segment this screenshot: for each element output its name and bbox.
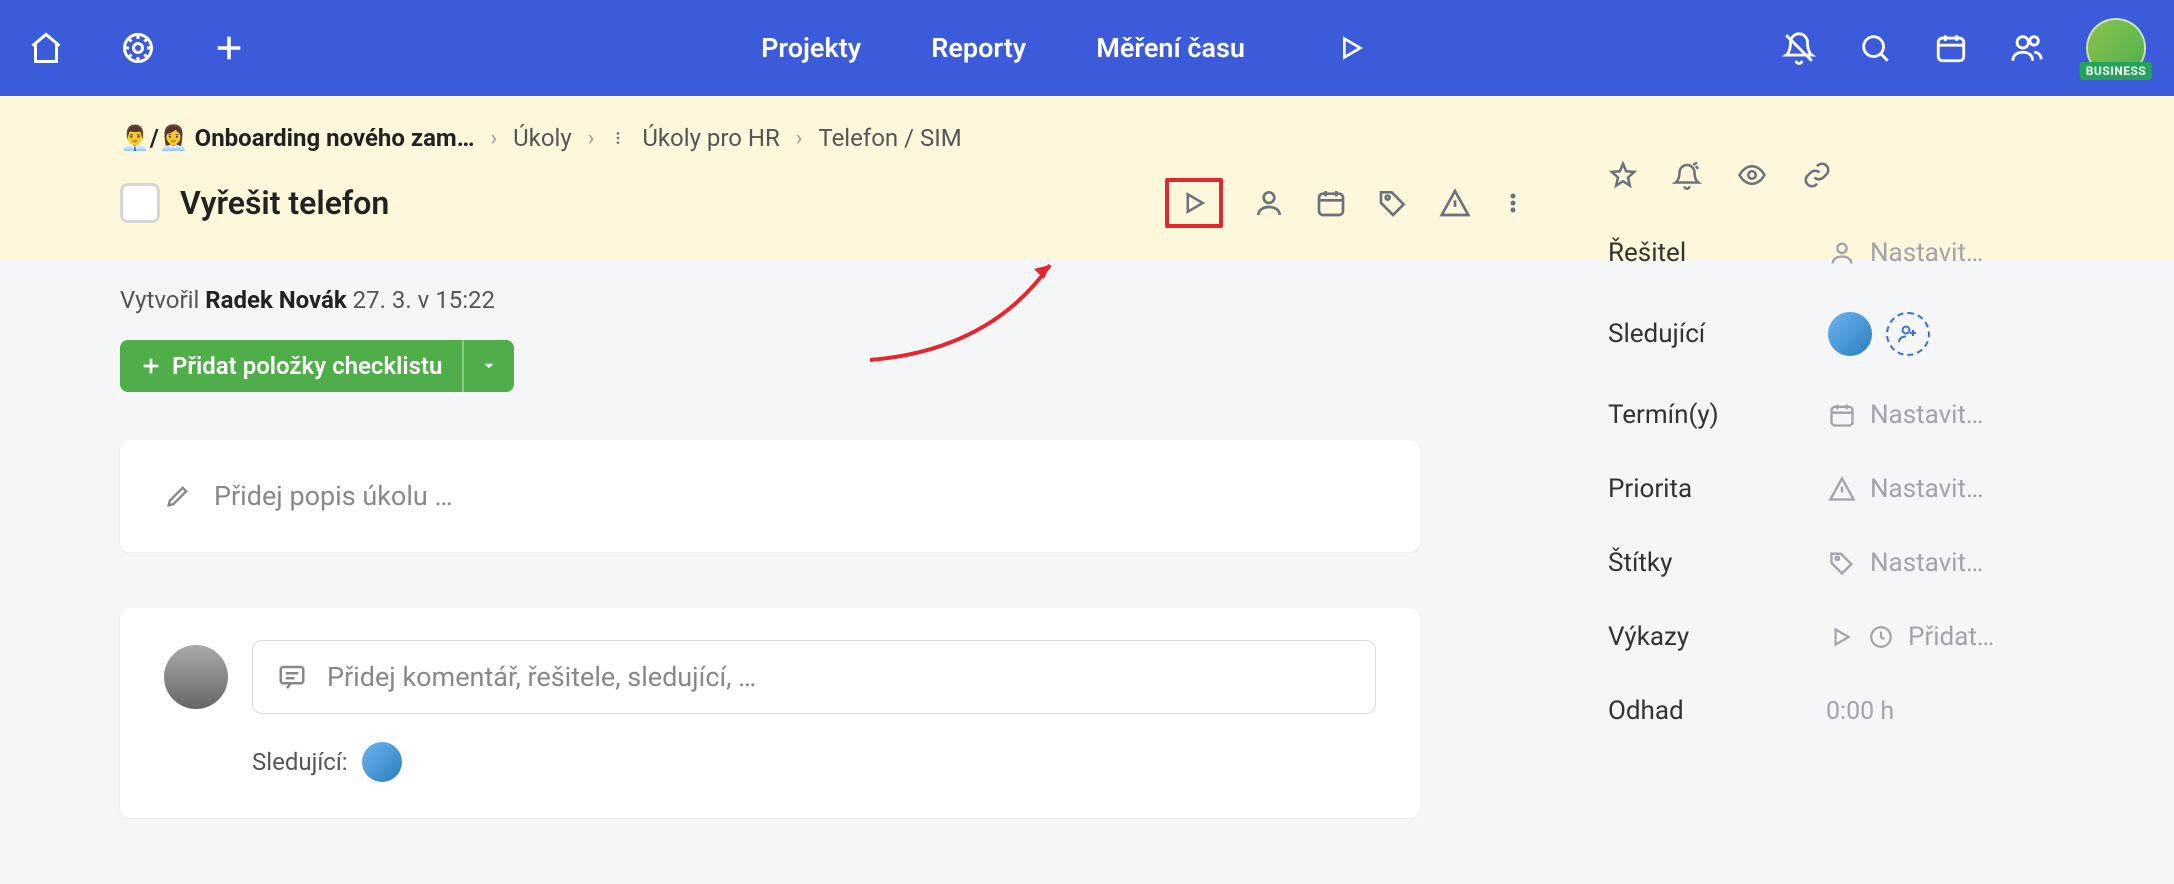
start-timer-button[interactable] xyxy=(1165,178,1223,228)
label-priority: Priorita xyxy=(1608,474,1828,504)
task-sidebar: Řešitel Nastavit… Sledující Termín(y) Na… xyxy=(1580,160,2060,770)
created-by-line: Vytvořil Radek Novák 27. 3. v 15:22 xyxy=(120,286,1420,314)
set-tags[interactable]: Nastavit… xyxy=(1828,548,1983,578)
breadcrumb-project[interactable]: 👨‍💼/👩‍💼 Onboarding nového zam… xyxy=(120,124,474,152)
set-priority[interactable]: Nastavit… xyxy=(1828,474,1983,504)
home-icon[interactable] xyxy=(28,30,64,66)
user-avatar[interactable]: BUSINESS xyxy=(2086,18,2146,78)
calendar-icon[interactable] xyxy=(1934,31,1968,65)
top-nav: Projekty Reporty Měření času BUSINESS xyxy=(0,0,2174,96)
plan-badge: BUSINESS xyxy=(2080,62,2152,80)
link-icon[interactable] xyxy=(1802,160,1832,190)
breadcrumb-phone[interactable]: Telefon / SIM xyxy=(818,124,961,152)
watch-icon[interactable] xyxy=(1736,160,1768,190)
task-title[interactable]: Vyřešit telefon xyxy=(180,184,389,222)
chevron-right-icon: › xyxy=(490,126,497,151)
breadcrumb-hr[interactable]: Úkoly pro HR xyxy=(642,124,779,152)
project-name: Onboarding nového zam… xyxy=(195,124,475,152)
add-follower-button[interactable] xyxy=(1886,312,1930,356)
chevron-right-icon: › xyxy=(796,126,803,151)
description-input[interactable]: Přidej popis úkolu … xyxy=(164,480,1376,512)
assignee-icon[interactable] xyxy=(1253,187,1285,219)
comment-input[interactable]: Přidej komentář, řešitele, sledující, … xyxy=(252,640,1376,714)
label-tags: Štítky xyxy=(1608,548,1828,578)
label-dates: Termín(y) xyxy=(1608,400,1828,430)
gear-icon[interactable] xyxy=(120,30,156,66)
nav-time-tracking[interactable]: Měření času xyxy=(1096,32,1245,64)
task-complete-checkbox[interactable] xyxy=(120,183,160,223)
follower-avatar[interactable] xyxy=(1828,312,1872,356)
follower-avatar[interactable] xyxy=(362,742,402,782)
nav-projects[interactable]: Projekty xyxy=(761,32,861,64)
reminder-icon[interactable] xyxy=(1672,160,1702,190)
label-timesheets: Výkazy xyxy=(1608,622,1828,652)
chevron-right-icon: › xyxy=(588,126,595,151)
tag-icon[interactable] xyxy=(1377,187,1409,219)
project-emoji: 👨‍💼/👩‍💼 xyxy=(120,124,189,152)
play-icon[interactable] xyxy=(1335,32,1367,64)
set-dates[interactable]: Nastavit… xyxy=(1828,400,1983,430)
current-user-avatar xyxy=(164,645,228,709)
estimate-value[interactable]: 0:00 h xyxy=(1826,697,1894,726)
followers-label: Sledující: xyxy=(252,748,348,776)
description-card: Přidej popis úkolu … xyxy=(120,440,1420,552)
checklist-caret[interactable] xyxy=(462,340,514,392)
breadcrumb-tasks[interactable]: Úkoly xyxy=(513,124,572,152)
label-followers: Sledující xyxy=(1608,319,1828,349)
nav-reports[interactable]: Reporty xyxy=(931,32,1026,64)
more-icon[interactable] xyxy=(1501,187,1525,219)
search-icon[interactable] xyxy=(1858,31,1892,65)
date-icon[interactable] xyxy=(1315,187,1347,219)
star-icon[interactable] xyxy=(1608,160,1638,190)
pencil-icon xyxy=(164,482,192,510)
more-vertical-icon[interactable] xyxy=(610,126,626,150)
notifications-off-icon[interactable] xyxy=(1782,31,1816,65)
label-assignee: Řešitel xyxy=(1608,238,1828,268)
add-checklist-button[interactable]: Přidat položky checklistu xyxy=(120,340,514,392)
comment-card: Přidej komentář, řešitele, sledující, … … xyxy=(120,608,1420,818)
plus-icon[interactable] xyxy=(212,31,246,65)
comment-icon xyxy=(277,662,307,692)
checklist-label: Přidat položky checklistu xyxy=(172,352,442,380)
add-timesheet[interactable]: Přidat… xyxy=(1828,622,1994,652)
priority-icon[interactable] xyxy=(1439,187,1471,219)
label-estimate: Odhad xyxy=(1608,696,1828,726)
breadcrumb: 👨‍💼/👩‍💼 Onboarding nového zam… › Úkoly ›… xyxy=(120,124,1545,152)
set-assignee[interactable]: Nastavit… xyxy=(1828,238,1983,268)
people-icon[interactable] xyxy=(2010,31,2044,65)
